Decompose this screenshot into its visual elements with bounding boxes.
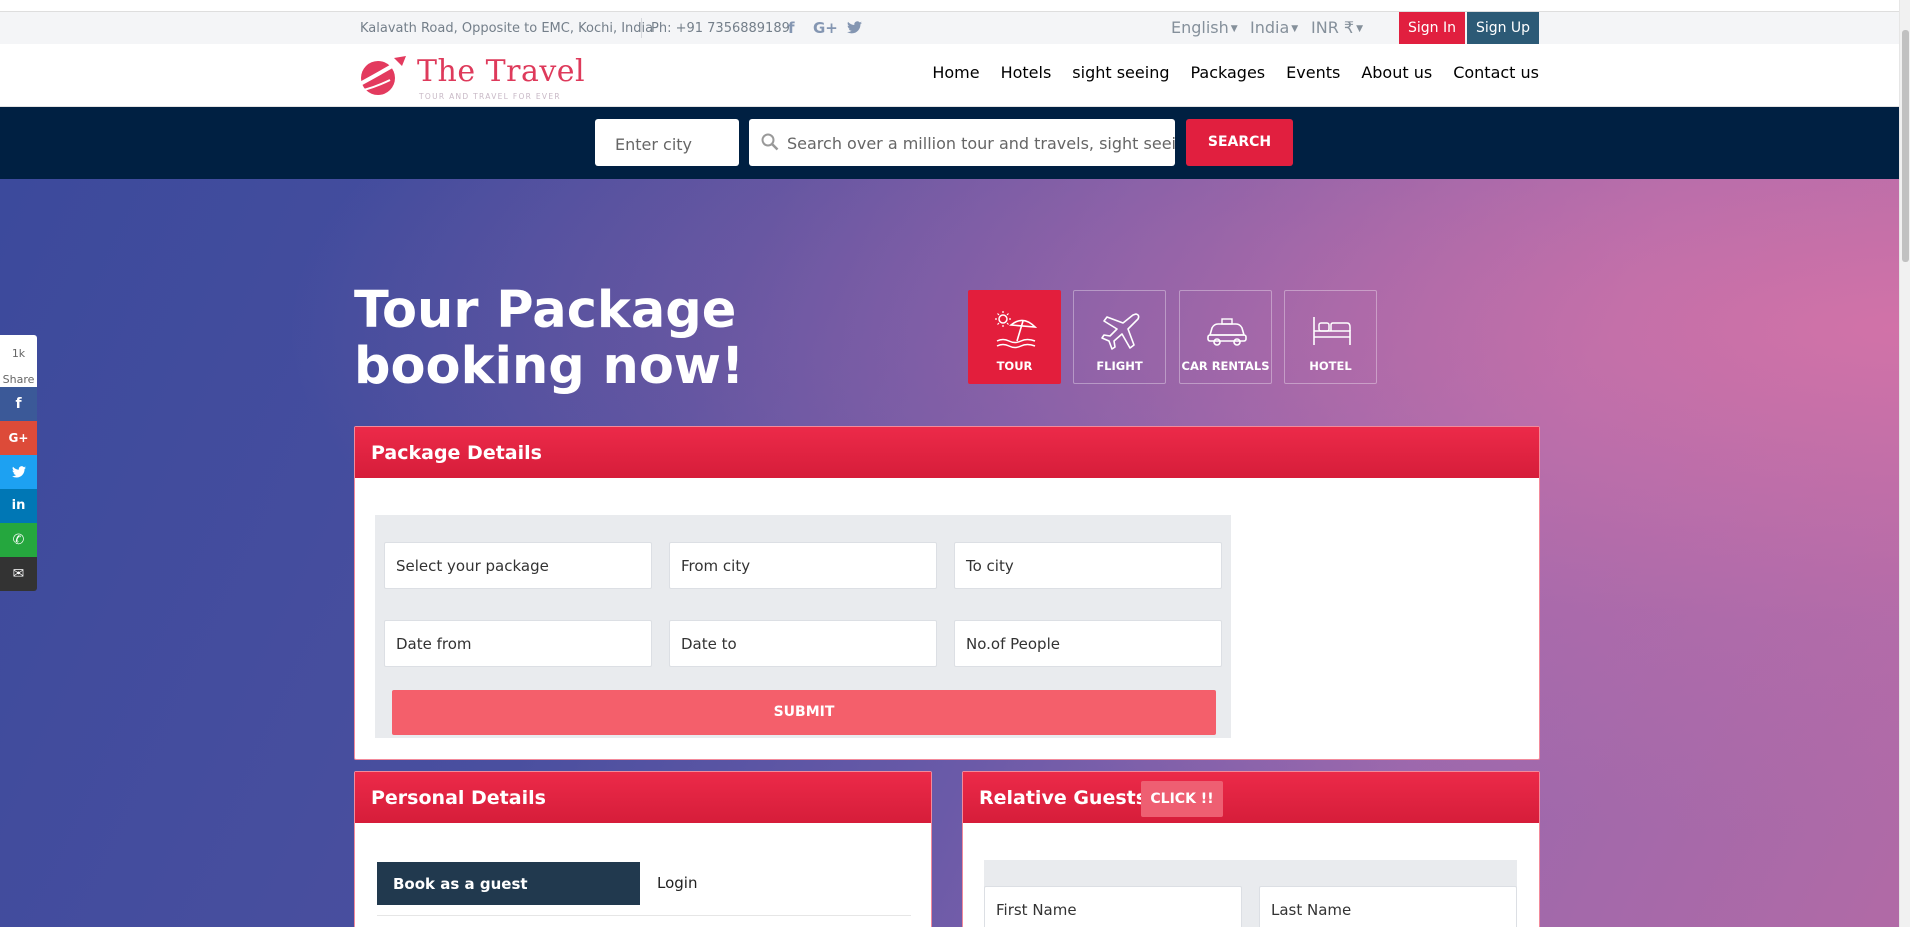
share-email-icon[interactable]: ✉ [0,557,37,591]
tab-tour[interactable]: TOUR [968,290,1061,384]
people-count-input[interactable]: No.of People [954,620,1222,667]
page-title: Tour Package booking now! [354,281,745,396]
sign-up-button[interactable]: Sign Up [1467,12,1539,44]
relative-guests-panel: Relative Guests CLICK !! First Name Last… [962,771,1540,927]
divider [641,18,642,38]
book-as-guest-tab[interactable]: Book as a guest [377,862,640,905]
share-whatsapp-icon[interactable]: ✆ [0,523,37,557]
country-dropdown[interactable]: India ▼ [1250,18,1298,37]
relative-guests-title: Relative Guests [979,787,1148,809]
currency-dropdown[interactable]: INR ₹ ▼ [1311,18,1363,37]
address-text: Kalavath Road, Opposite to EMC, Kochi, I… [360,21,654,36]
package-select[interactable]: Select your package [384,542,652,589]
package-details-panel: Package Details Select your package From… [354,426,1540,760]
city-input[interactable]: Enter city [595,119,739,166]
click-button[interactable]: CLICK !! [1141,781,1223,817]
tab-hotel-label: HOTEL [1309,359,1352,373]
nav-hotels[interactable]: Hotels [1001,63,1052,82]
airplane-icon [1101,313,1140,350]
package-details-title: Package Details [355,427,1539,478]
date-to-input[interactable]: Date to [669,620,937,667]
beach-umbrella-icon [995,311,1037,349]
share-linkedin-icon[interactable]: in [0,489,37,523]
personal-details-panel: Personal Details Book as a guest Login [354,771,932,927]
submit-button[interactable]: SUBMIT [392,690,1216,735]
share-sidebar: 1k Share f G+ in ✆ ✉ [0,335,37,591]
nav-contact-us[interactable]: Contact us [1453,63,1539,82]
nav-sight-seeing[interactable]: sight seeing [1072,63,1169,82]
site-logo[interactable]: The Travel TOUR AND TRAVEL FOR EVER [356,52,585,101]
main-nav: Home Hotels sight seeing Packages Events… [932,63,1539,82]
from-city-input[interactable]: From city [669,542,937,589]
relative-guests-header: Relative Guests CLICK !! [963,772,1539,823]
nav-packages[interactable]: Packages [1190,63,1265,82]
share-google-plus-icon[interactable]: G+ [0,421,37,455]
package-form: Select your package From city To city Da… [375,515,1231,738]
search-input[interactable]: Search over a million tour and travels, … [749,119,1175,166]
guest-form: First Name Last Name [984,860,1517,927]
language-dropdown[interactable]: English ▼ [1171,18,1238,37]
hero-section: Tour Package booking now! TOUR FLIGHT CA… [0,179,1899,927]
brand-tagline: TOUR AND TRAVEL FOR EVER [419,92,561,101]
car-icon [1207,318,1247,346]
nav-events[interactable]: Events [1286,63,1340,82]
browser-top-strip [0,0,1899,12]
search-icon [761,133,779,151]
google-plus-icon[interactable]: G+ [813,19,838,37]
date-from-input[interactable]: Date from [384,620,652,667]
search-button[interactable]: SEARCH [1186,119,1293,166]
to-city-input[interactable]: To city [954,542,1222,589]
share-count: 1k [11,347,26,360]
top-info-bar: Kalavath Road, Opposite to EMC, Kochi, I… [0,12,1899,44]
tab-tour-label: TOUR [996,359,1033,373]
search-bar: Enter city Search over a million tour an… [0,107,1899,179]
first-name-input[interactable]: First Name [984,886,1242,927]
page-scrollbar[interactable] [1899,0,1910,927]
nav-about-us[interactable]: About us [1361,63,1432,82]
tab-hotel[interactable]: HOTEL [1284,290,1377,384]
last-name-input[interactable]: Last Name [1259,886,1517,927]
tab-flight[interactable]: FLIGHT [1073,290,1166,384]
share-twitter-icon[interactable] [0,455,37,489]
tab-divider [377,915,911,916]
login-tab[interactable]: Login [657,874,697,892]
personal-details-title: Personal Details [355,772,931,823]
sign-in-button[interactable]: Sign In [1399,12,1465,44]
phone-text: Ph: +91 7356889189 [651,21,790,36]
tab-car-rentals-label: CAR RENTALS [1181,359,1270,373]
plane-globe-icon [359,56,408,95]
twitter-icon[interactable] [847,20,862,38]
scrollbar-thumb[interactable] [1902,30,1909,262]
tab-car-rentals[interactable]: CAR RENTALS [1179,290,1272,384]
bed-icon [1313,317,1351,345]
brand-name: The Travel [417,54,586,89]
share-counter: 1k Share [0,335,37,387]
site-header: The Travel TOUR AND TRAVEL FOR EVER Home… [0,44,1899,107]
nav-home[interactable]: Home [932,63,979,82]
search-placeholder: Search over a million tour and travels, … [787,134,1175,153]
tab-flight-label: FLIGHT [1096,359,1143,373]
facebook-icon[interactable]: f [788,19,795,37]
